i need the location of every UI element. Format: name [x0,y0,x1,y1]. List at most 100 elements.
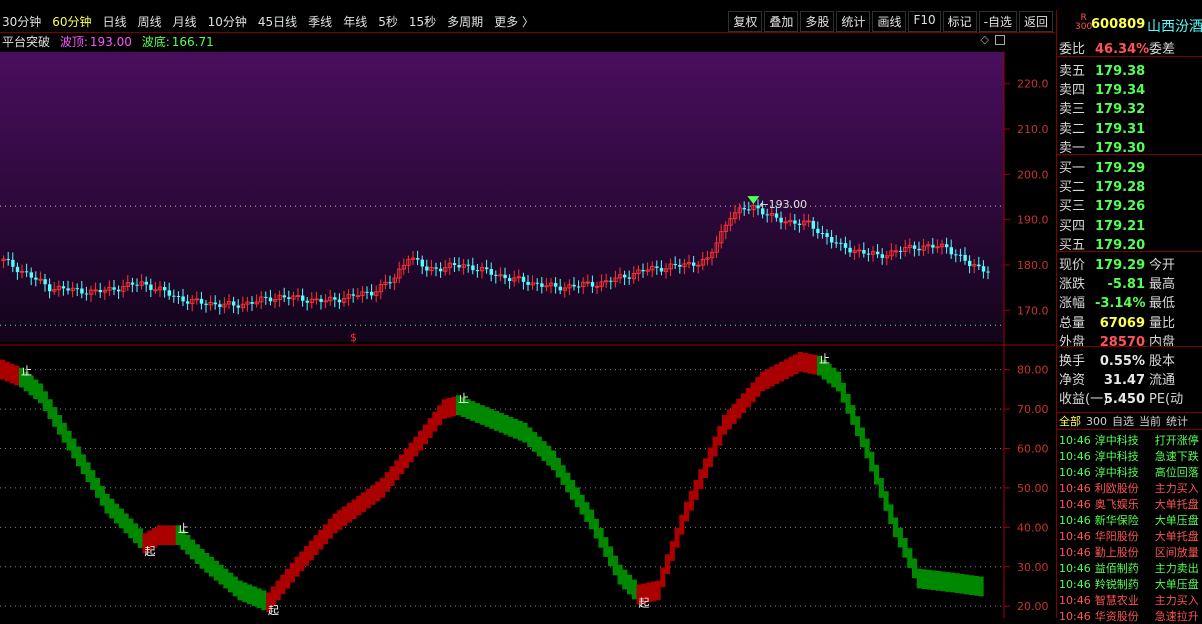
news-tab[interactable]: 全部 [1059,415,1081,428]
candle-body [678,264,682,267]
osc-bar [893,517,899,538]
news-item[interactable]: 10:46 淳中科技 急速下跌 [1059,448,1199,464]
osc-bar [669,541,675,561]
signal-label: 止 [178,522,189,535]
candle-body [232,301,236,306]
candle-body [176,296,181,298]
osc-bar [190,539,196,560]
osc-bar [888,504,894,525]
candle-body [218,304,222,307]
ask-row[interactable]: 卖四 179.34 [1059,79,1145,98]
candle-body [282,295,286,298]
candle-body [370,291,374,296]
price-tick-label: 190.0 [1017,214,1049,227]
osc-bar [522,422,528,443]
stat-label: 涨幅 [1059,296,1086,312]
news-item[interactable]: 10:46 华资股份 急速拉升 [1059,608,1199,624]
osc-bar [199,549,205,569]
bid-label: 买三 [1059,199,1086,215]
osc-bar [389,466,395,486]
news-item[interactable]: 10:46 淳中科技 高位回落 [1059,464,1199,480]
osc-bar [541,441,547,461]
news-time: 10:46 [1059,594,1091,607]
osc-bar [427,418,433,438]
candle-body [268,297,273,302]
candle-body [793,220,797,224]
osc-bar [204,552,210,573]
candle-body [112,287,116,290]
stat-row: 涨跌 -5.81 最高 [1059,273,1175,292]
news-event: 大单托盘 [1154,498,1199,511]
news-tab[interactable]: 300 [1086,415,1107,428]
osc-bar [280,574,286,595]
candle-body [981,266,986,272]
kline-charts[interactable]: 220.0 210.0 200.0 190.0 180.0 170.0 ←193.00 $ 8… [0,0,1056,618]
candle-body [365,291,369,293]
bid-row[interactable]: 买五 179.20 [1059,234,1145,253]
signal-label: 起 [268,604,279,617]
news-item[interactable]: 10:46 利欧股份 主力买入 [1059,480,1199,496]
ask-label: 卖二 [1059,121,1086,137]
osc-bar [394,460,400,481]
osc-tick-label: 20.00 [1017,600,1049,613]
candle-body [452,263,457,266]
candle-body [774,213,779,218]
news-item[interactable]: 10:46 淳中科技 打开涨停 [1059,432,1199,448]
bid-row[interactable]: 买二 179.28 [1059,176,1145,195]
osc-bar [650,581,656,602]
candle-body [11,259,15,267]
ask-row[interactable]: 卖一 179.30 [1059,137,1145,156]
osc-bar [76,446,82,467]
bid-row[interactable]: 买四 179.21 [1059,215,1145,234]
osc-bar [194,544,200,564]
bid-row[interactable]: 买一 179.29 [1059,157,1145,176]
news-item[interactable]: 10:46 益佰制药 主力卖出 [1059,560,1199,576]
osc-bar [441,399,447,419]
osc-bar [351,499,357,520]
bid-price: 179.28 [1095,180,1146,196]
candle-body [337,299,342,303]
ask-row[interactable]: 卖三 179.32 [1059,98,1145,117]
bid-label: 买二 [1059,180,1086,196]
osc-bar [218,564,224,585]
osc-bar [940,571,946,592]
osc-bar [840,382,846,403]
ask-row[interactable]: 卖二 179.31 [1059,118,1145,137]
weibi-value: 46.34% [1095,42,1150,57]
news-stock: 淳中科技 [1094,434,1139,447]
bid-row[interactable]: 买三 179.26 [1059,195,1145,214]
news-stock: 华阳股份 [1094,530,1139,543]
osc-bar [0,359,6,380]
osc-bar [570,480,576,500]
osc-bar [665,554,671,574]
osc-bar [532,432,538,452]
news-item[interactable]: 10:46 智慧农业 主力买入 [1059,592,1199,608]
news-tab[interactable]: 统计 [1166,415,1188,428]
news-item[interactable]: 10:46 奥飞娱乐 大单托盘 [1059,496,1199,512]
news-item[interactable]: 10:46 新华保险 大单压盘 [1059,512,1199,528]
candle-body [811,220,815,229]
osc-bar [551,450,557,471]
osc-bar [356,495,362,516]
news-item[interactable]: 10:46 华阳股份 大单托盘 [1059,528,1199,544]
bid-price: 179.21 [1095,218,1146,234]
news-item[interactable]: 10:46 勤上股份 区间放量 [1059,544,1199,560]
osc-bar [684,501,690,522]
osc-bar [489,409,495,429]
osc-bar [375,481,381,502]
osc-bar [123,513,129,534]
candle-body [526,281,530,285]
news-tab[interactable]: 自选 [1112,415,1134,428]
signal-label: 起 [145,545,156,558]
signal-label: 止 [819,353,830,366]
osc-bar [209,556,215,577]
osc-bar [380,478,386,498]
osc-bar [722,414,728,435]
bid-price: 179.29 [1095,161,1146,176]
ask-row[interactable]: 卖五 179.38 [1059,60,1145,79]
osc-bar [228,572,234,593]
osc-bar [109,498,115,519]
candle-body [917,248,921,251]
news-tab[interactable]: 当前 [1139,415,1161,428]
news-item[interactable]: 10:46 羚锐制药 大单压盘 [1059,576,1199,592]
